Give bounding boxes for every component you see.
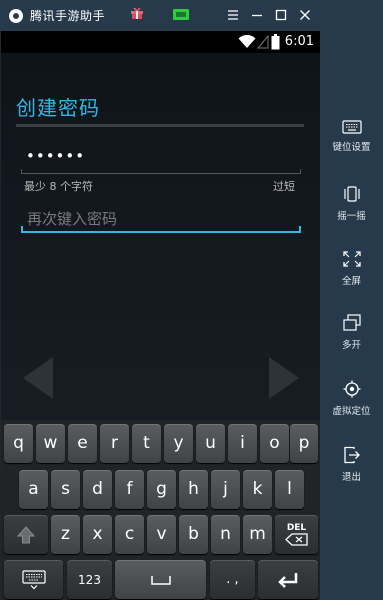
key-b[interactable]: b (179, 515, 208, 554)
soft-keyboard: q w e r t y u i o p a s d f g h j k l z … (1, 420, 320, 600)
key-j[interactable]: j (211, 470, 240, 509)
app-logo-icon (9, 8, 23, 23)
sidebar-item-keymap[interactable]: 键位设置 (320, 120, 383, 170)
key-w[interactable]: w (36, 424, 65, 463)
key-x[interactable]: x (83, 515, 112, 554)
close-icon[interactable] (296, 6, 314, 24)
fullscreen-icon (342, 251, 361, 267)
confirm-field-underline (21, 226, 301, 233)
key-c[interactable]: c (115, 515, 144, 554)
minimize-icon[interactable] (248, 6, 266, 24)
key-n[interactable]: n (211, 515, 240, 554)
sidebar-item-multi-instance[interactable]: 多开 (320, 314, 383, 364)
screen-icon[interactable] (173, 9, 189, 20)
status-time: 6:01 (284, 34, 314, 49)
key-y[interactable]: y (164, 424, 193, 463)
key-z[interactable]: z (51, 515, 80, 554)
wifi-icon (238, 35, 256, 48)
previous-arrow-icon[interactable] (23, 357, 53, 399)
key-r[interactable]: r (100, 424, 129, 463)
key-k[interactable]: k (243, 470, 272, 509)
key-u[interactable]: u (196, 424, 225, 463)
space-icon (150, 575, 171, 585)
keyboard-icon (21, 569, 46, 589)
password-field-underline (21, 169, 301, 174)
enter-key[interactable] (258, 560, 318, 599)
confirm-password-input[interactable] (21, 206, 301, 232)
password-field[interactable]: •••••• (26, 147, 85, 165)
key-d[interactable]: d (83, 470, 112, 509)
title-divider (16, 124, 304, 127)
key-m[interactable]: m (243, 515, 272, 554)
key-h[interactable]: h (179, 470, 208, 509)
password-hint: 最少 8 个字符 (24, 180, 93, 193)
sidebar-item-exit[interactable]: 退出 (320, 446, 383, 496)
key-e[interactable]: e (68, 424, 97, 463)
location-icon (343, 380, 360, 398)
sidebar-item-shake[interactable]: 摇一摇 (320, 185, 383, 235)
signal-icon (257, 35, 269, 49)
key-p[interactable]: p (290, 424, 318, 463)
keyboard-switch-key[interactable] (4, 560, 63, 599)
shake-icon (343, 186, 360, 202)
sidebar-item-virtual-location[interactable]: 虚拟定位 (320, 380, 383, 430)
shift-arrow-icon (16, 525, 36, 543)
keyboard-icon (341, 120, 362, 134)
enter-icon (278, 572, 298, 588)
delete-label: DEL (286, 523, 307, 533)
key-i[interactable]: i (228, 424, 257, 463)
key-o[interactable]: o (260, 424, 289, 463)
battery-icon (271, 34, 280, 50)
password-strength: 过短 (273, 180, 295, 193)
menu-icon[interactable] (224, 6, 242, 24)
next-arrow-icon[interactable] (269, 357, 299, 399)
space-key[interactable] (115, 560, 206, 599)
delete-key[interactable]: DEL (275, 515, 318, 554)
gift-icon[interactable] (131, 8, 143, 20)
key-f[interactable]: f (115, 470, 144, 509)
backspace-icon (284, 533, 308, 546)
key-a[interactable]: a (19, 470, 48, 509)
multi-window-icon (342, 314, 361, 331)
key-g[interactable]: g (147, 470, 176, 509)
emulator-sidebar: 键位设置 摇一摇 全屏 多开 虚拟定位 退出 (320, 31, 383, 600)
key-q[interactable]: q (4, 424, 33, 463)
exit-icon (343, 446, 360, 464)
key-t[interactable]: t (132, 424, 161, 463)
sidebar-item-fullscreen[interactable]: 全屏 (320, 250, 383, 300)
numbers-key[interactable]: 123 (67, 560, 112, 599)
key-s[interactable]: s (51, 470, 80, 509)
punctuation-key[interactable]: . , (210, 560, 255, 599)
status-bar: 6:01 (1, 31, 320, 53)
maximize-icon[interactable] (272, 6, 290, 24)
shift-key[interactable] (4, 515, 48, 554)
window-titlebar: 腾讯手游助手 (0, 0, 383, 31)
window-title: 腾讯手游助手 (30, 9, 106, 23)
page-title: 创建密码 (16, 96, 100, 120)
key-v[interactable]: v (147, 515, 176, 554)
key-l[interactable]: l (275, 470, 304, 509)
android-screen: 6:01 创建密码 •••••• 最少 8 个字符 过短 q w e r t y… (1, 31, 320, 600)
